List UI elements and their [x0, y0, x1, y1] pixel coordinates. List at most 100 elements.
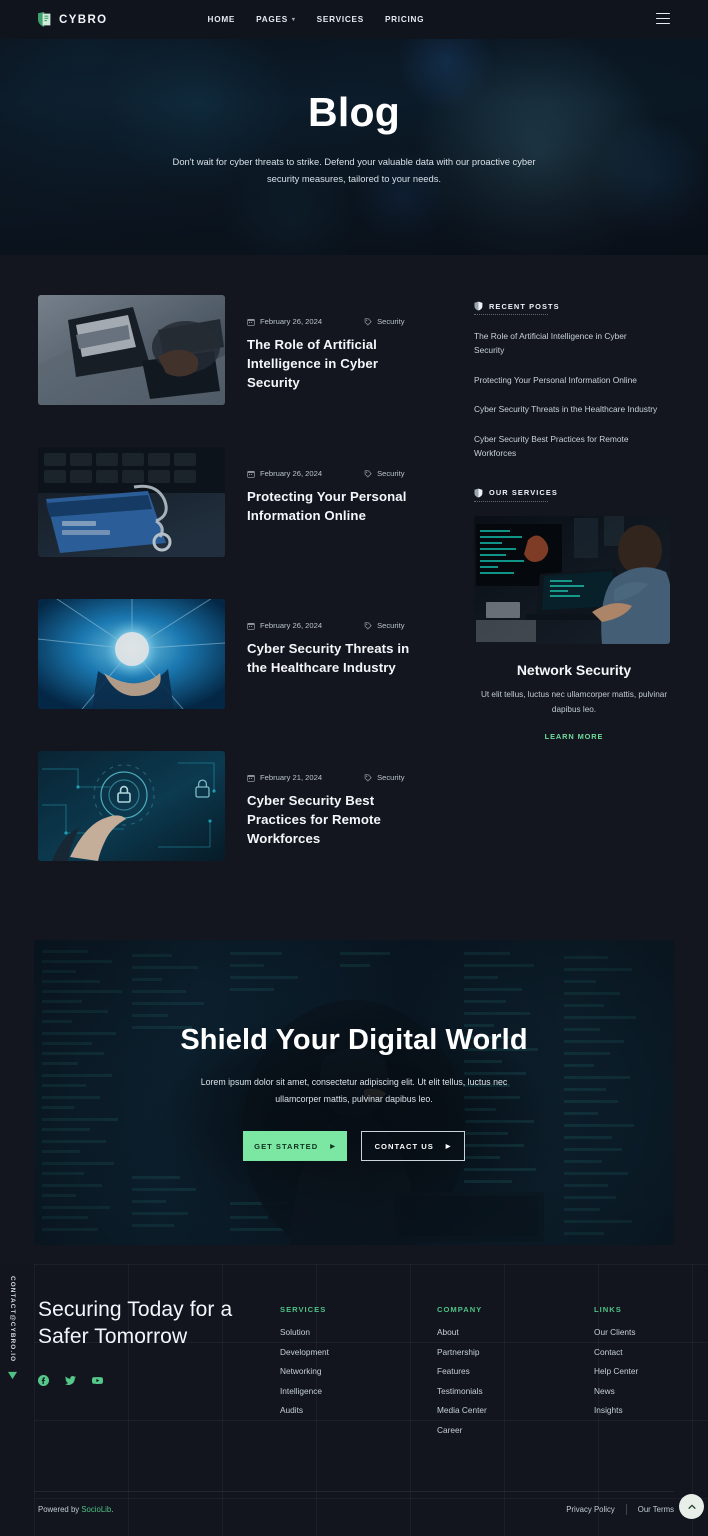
- footer-link[interactable]: Insights: [594, 1405, 674, 1415]
- post-category: Security: [364, 469, 405, 478]
- recent-posts-heading: RECENT POSTS: [474, 301, 674, 311]
- contact-us-button[interactable]: CONTACT US ▶: [361, 1131, 465, 1162]
- post-date-text: February 21, 2024: [260, 773, 323, 782]
- footer-link[interactable]: Help Center: [594, 1366, 674, 1376]
- footer-link[interactable]: Solution: [280, 1327, 360, 1337]
- blog-post-item[interactable]: February 26, 2024 Security Protecting Yo…: [38, 447, 430, 557]
- footer-link[interactable]: About: [437, 1327, 517, 1337]
- calendar-icon: [247, 470, 255, 478]
- twitter-icon[interactable]: [65, 1373, 76, 1391]
- post-date-text: February 26, 2024: [260, 317, 323, 326]
- post-date: February 21, 2024: [247, 773, 322, 782]
- post-category: Security: [364, 317, 405, 326]
- site-header: CYBRO HOME PAGES ▾ SERVICES PRICING: [0, 0, 708, 39]
- nav-label: HOME: [207, 15, 236, 24]
- post-date: February 26, 2024: [247, 469, 322, 478]
- page-root: Blog Don't wait for cyber threats to str…: [0, 0, 708, 1536]
- send-arrow-icon: [8, 1371, 17, 1382]
- post-title[interactable]: The Role of Artificial Intelligence in C…: [247, 335, 417, 392]
- footer-link[interactable]: Development: [280, 1347, 360, 1357]
- nav-label: SERVICES: [316, 15, 364, 24]
- recent-post-link[interactable]: Cyber Security Threats in the Healthcare…: [474, 402, 659, 416]
- calendar-icon: [247, 622, 255, 630]
- post-thumbnail[interactable]: [38, 599, 225, 709]
- nav-label: PAGES: [256, 15, 288, 24]
- footer-link[interactable]: Career: [437, 1425, 517, 1435]
- post-category-text: Security: [377, 469, 405, 478]
- post-date: February 26, 2024: [247, 317, 322, 326]
- tag-icon: [364, 317, 372, 325]
- youtube-icon[interactable]: [92, 1373, 103, 1391]
- footer-link[interactable]: Our Clients: [594, 1327, 674, 1337]
- main-nav: HOME PAGES ▾ SERVICES PRICING: [208, 15, 425, 24]
- footer-column-services: SERVICES Solution Development Networking…: [280, 1305, 360, 1444]
- blog-post-item[interactable]: February 26, 2024 Security Cyber Securit…: [38, 599, 430, 709]
- cta-title: Shield Your Digital World: [180, 1023, 528, 1056]
- post-thumbnail[interactable]: [38, 447, 225, 557]
- main-content: February 26, 2024 Security The Role of A…: [0, 255, 708, 900]
- our-terms-link[interactable]: Our Terms: [638, 1505, 674, 1514]
- tag-icon: [364, 469, 372, 477]
- post-category-text: Security: [377, 773, 405, 782]
- footer-link[interactable]: Intelligence: [280, 1386, 360, 1396]
- footer-column-company: COMPANY About Partnership Features Testi…: [437, 1305, 517, 1444]
- shield-icon: [474, 301, 483, 311]
- tag-icon: [364, 773, 372, 781]
- footer-link[interactable]: Partnership: [437, 1347, 517, 1357]
- powered-by-prefix: Powered by: [38, 1505, 82, 1514]
- chevron-down-icon: ▾: [291, 17, 296, 23]
- post-thumbnail[interactable]: [38, 295, 225, 405]
- recent-post-link[interactable]: Cyber Security Best Practices for Remote…: [474, 432, 659, 461]
- facebook-icon[interactable]: [38, 1373, 49, 1391]
- learn-more-link[interactable]: LEARN MORE: [474, 732, 674, 741]
- recent-post-link[interactable]: Protecting Your Personal Information Onl…: [474, 373, 659, 387]
- footer-bottom-bar: Powered by SocioLib. Privacy Policy Our …: [38, 1504, 674, 1515]
- post-title[interactable]: Cyber Security Threats in the Healthcare…: [247, 639, 417, 677]
- calendar-icon: [247, 318, 255, 326]
- footer-columns: SERVICES Solution Development Networking…: [280, 1296, 674, 1444]
- cta-banner: Shield Your Digital World Lorem ipsum do…: [34, 940, 674, 1245]
- page-title: Blog: [308, 88, 400, 135]
- recent-posts-list: The Role of Artificial Intelligence in C…: [474, 329, 674, 461]
- nav-item-pages[interactable]: PAGES ▾: [256, 15, 296, 24]
- footer-link[interactable]: Features: [437, 1366, 517, 1376]
- blog-post-item[interactable]: February 26, 2024 Security The Role of A…: [38, 295, 430, 405]
- post-thumbnail[interactable]: [38, 751, 225, 861]
- footer-link[interactable]: Networking: [280, 1366, 360, 1376]
- hamburger-icon[interactable]: [656, 13, 670, 25]
- nav-item-services[interactable]: SERVICES: [317, 15, 364, 24]
- chevron-up-icon: [687, 1504, 696, 1509]
- footer-link[interactable]: Contact: [594, 1347, 674, 1357]
- post-category-text: Security: [377, 621, 405, 630]
- service-card-image[interactable]: [474, 515, 670, 644]
- post-title[interactable]: Protecting Your Personal Information Onl…: [247, 487, 417, 525]
- logo-text: CYBRO: [59, 13, 108, 26]
- post-meta: February 26, 2024 Security: [247, 469, 417, 478]
- footer-link[interactable]: Audits: [280, 1405, 360, 1415]
- scroll-to-top-button[interactable]: [679, 1494, 704, 1519]
- privacy-policy-link[interactable]: Privacy Policy: [566, 1505, 615, 1514]
- post-title[interactable]: Cyber Security Best Practices for Remote…: [247, 791, 417, 848]
- blog-post-item[interactable]: February 21, 2024 Security Cyber Securit…: [38, 751, 430, 861]
- powered-by-brand[interactable]: SocioLib: [81, 1505, 111, 1514]
- side-contact-tab[interactable]: CONTACT@CYBRO.IO: [8, 1276, 17, 1382]
- get-started-button[interactable]: GET STARTED ▶: [243, 1131, 347, 1162]
- shield-document-icon: [36, 11, 53, 28]
- blog-post-list: February 26, 2024 Security The Role of A…: [38, 295, 430, 903]
- cta-subtitle: Lorem ipsum dolor sit amet, consectetur …: [200, 1076, 508, 1104]
- service-card-title: Network Security: [516, 661, 632, 678]
- footer-column-heading: LINKS: [594, 1305, 622, 1314]
- nav-item-pricing[interactable]: PRICING: [385, 15, 424, 24]
- recent-post-link[interactable]: The Role of Artificial Intelligence in C…: [474, 329, 659, 358]
- footer-link[interactable]: News: [594, 1386, 674, 1396]
- heading-rule: [474, 314, 548, 315]
- footer-link[interactable]: Testimonials: [437, 1386, 517, 1396]
- side-contact-text: CONTACT@CYBRO.IO: [9, 1276, 16, 1363]
- social-links: [38, 1373, 280, 1391]
- post-category: Security: [364, 621, 405, 630]
- legal-separator: [625, 1504, 627, 1515]
- blog-sidebar: RECENT POSTS The Role of Artificial Inte…: [474, 295, 674, 903]
- nav-item-home[interactable]: HOME: [208, 15, 236, 24]
- logo[interactable]: CYBRO: [36, 11, 108, 28]
- footer-link[interactable]: Media Center: [437, 1405, 517, 1415]
